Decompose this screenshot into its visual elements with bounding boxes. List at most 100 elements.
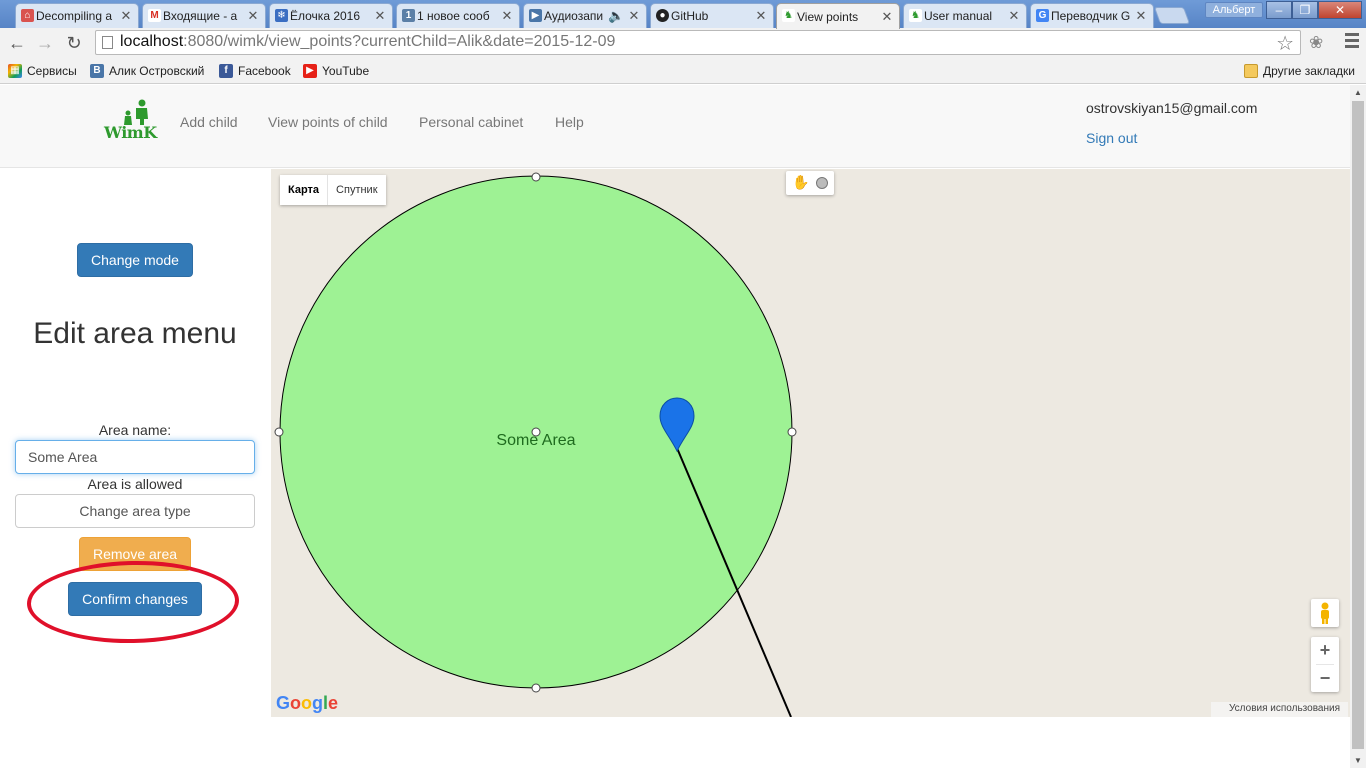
circle-tool-icon[interactable] bbox=[816, 177, 828, 189]
browser-tab[interactable]: M Входящие - a ✕ bbox=[142, 3, 266, 28]
vk-notification-icon: 1 bbox=[402, 9, 415, 22]
vk-icon: B bbox=[90, 64, 104, 78]
zoom-in-button[interactable]: + bbox=[1311, 637, 1339, 664]
scroll-up-arrow-icon[interactable]: ▲ bbox=[1350, 85, 1366, 100]
terms-of-use-link[interactable]: Условия использования bbox=[1211, 702, 1348, 717]
forward-arrow-icon[interactable]: → bbox=[33, 31, 57, 55]
tab-title: Ёлочка 2016 bbox=[290, 9, 361, 23]
zoom-out-button[interactable]: − bbox=[1311, 665, 1339, 692]
zoom-control: + − bbox=[1311, 637, 1339, 692]
extension-paw-icon[interactable]: ❀ bbox=[1309, 33, 1323, 53]
sign-out-link[interactable]: Sign out bbox=[1086, 130, 1137, 146]
edit-area-title: Edit area menu bbox=[33, 317, 237, 350]
bookmark-star-icon[interactable]: ☆ bbox=[1276, 31, 1294, 56]
google-map[interactable]: Some Area Карта Спутник ✋ + − Google Усл… bbox=[271, 169, 1350, 717]
reload-icon[interactable]: ↻ bbox=[62, 31, 86, 55]
browser-tab-strip: ⌂ Decompiling a ✕ M Входящие - a ✕ ❄ Ёло… bbox=[0, 0, 1366, 29]
apps-icon: ▦ bbox=[8, 64, 22, 78]
area-name-label: Area name: bbox=[98, 422, 172, 438]
area-status-text: Area is allowed bbox=[87, 476, 183, 492]
scrollbar-thumb[interactable] bbox=[1352, 101, 1364, 749]
youtube-icon: ▶ bbox=[303, 64, 317, 78]
browser-tab[interactable]: ❄ Ёлочка 2016 ✕ bbox=[269, 3, 393, 28]
audio-play-icon: ▶ bbox=[529, 9, 542, 22]
profile-button[interactable]: Альберт bbox=[1205, 2, 1263, 18]
wimk-logo-figure bbox=[124, 99, 148, 125]
wimk-logo[interactable]: WimK bbox=[104, 99, 162, 142]
close-icon[interactable]: ✕ bbox=[628, 8, 640, 24]
browser-menu-icon[interactable] bbox=[1345, 33, 1359, 51]
close-icon[interactable]: ✕ bbox=[881, 9, 893, 25]
browser-tab[interactable]: ▶ Аудиозапи 🔈 ✕ bbox=[523, 3, 647, 28]
tab-title: View points bbox=[797, 9, 859, 24]
drawing-toolbar: ✋ bbox=[786, 171, 834, 195]
close-icon[interactable]: ✕ bbox=[120, 8, 132, 24]
folder-icon bbox=[1244, 64, 1258, 78]
close-icon[interactable]: ✕ bbox=[247, 8, 259, 24]
resize-handle[interactable] bbox=[274, 427, 284, 437]
hand-icon[interactable]: ✋ bbox=[792, 174, 809, 191]
nav-help[interactable]: Help bbox=[555, 114, 584, 130]
new-tab-button[interactable] bbox=[1153, 7, 1191, 24]
browser-tab[interactable]: ● GitHub ✕ bbox=[650, 3, 774, 28]
bookmark-item[interactable]: f Facebook bbox=[219, 62, 291, 80]
site-navbar: WimK Add child View points of child Pers… bbox=[0, 85, 1350, 168]
tab-title: 1 новое сооб bbox=[417, 9, 490, 23]
red-highlight-annotation bbox=[26, 559, 240, 645]
close-icon[interactable]: ✕ bbox=[501, 8, 513, 24]
tab-title: User manual bbox=[924, 9, 993, 23]
gmail-icon: M bbox=[148, 9, 161, 22]
back-arrow-icon[interactable]: ← bbox=[5, 31, 29, 55]
tab-title: Входящие - a bbox=[163, 9, 238, 23]
tab-title: Аудиозапи bbox=[544, 9, 604, 23]
bookmark-item[interactable]: B Алик Островский bbox=[90, 62, 204, 80]
translate-icon: G bbox=[1036, 9, 1049, 22]
nav-personal-cabinet[interactable]: Personal cabinet bbox=[419, 114, 523, 130]
google-logo: Google bbox=[276, 693, 339, 713]
browser-tab[interactable]: G Переводчик G ✕ bbox=[1030, 3, 1154, 28]
nav-view-points[interactable]: View points of child bbox=[268, 114, 388, 130]
window-close-button[interactable]: ✕ bbox=[1318, 1, 1362, 19]
bookmark-label: Сервисы bbox=[27, 64, 77, 78]
address-bar[interactable]: localhost:8080/wimk/view_points?currentC… bbox=[95, 30, 1301, 55]
page-icon bbox=[102, 36, 113, 49]
page-scrollbar[interactable]: ▲ ▼ bbox=[1350, 85, 1366, 768]
decompile-icon: ⌂ bbox=[21, 9, 34, 22]
bookmark-label: Алик Островский bbox=[109, 64, 205, 78]
browser-tab[interactable]: ⌂ Decompiling a ✕ bbox=[15, 3, 139, 28]
browser-tab[interactable]: 1 1 новое сооб ✕ bbox=[396, 3, 520, 28]
github-icon: ● bbox=[656, 9, 669, 22]
url-path: :8080/wimk/view_points?currentChild=Alik… bbox=[183, 33, 616, 50]
bookmark-label: Другие закладки bbox=[1263, 64, 1355, 78]
bookmark-label: Facebook bbox=[238, 64, 291, 78]
minimize-button[interactable]: – bbox=[1266, 1, 1292, 19]
facebook-icon: f bbox=[219, 64, 233, 78]
wimk-favicon: ♞ bbox=[909, 9, 922, 22]
maximize-button[interactable]: ❐ bbox=[1292, 1, 1318, 19]
map-type-satellite[interactable]: Спутник bbox=[328, 175, 385, 205]
map-type-control: Карта Спутник bbox=[280, 175, 386, 205]
bookmark-item[interactable]: ▦ Сервисы bbox=[8, 62, 77, 80]
close-icon[interactable]: ✕ bbox=[755, 8, 767, 24]
nav-add-child[interactable]: Add child bbox=[180, 114, 238, 130]
browser-tab-active[interactable]: ♞ View points ✕ bbox=[776, 3, 900, 29]
pegman-icon[interactable] bbox=[1311, 599, 1339, 627]
wimk-favicon: ♞ bbox=[782, 9, 795, 22]
resize-handle[interactable] bbox=[531, 172, 541, 182]
resize-handle[interactable] bbox=[531, 683, 541, 693]
other-bookmarks[interactable]: Другие закладки bbox=[1244, 62, 1355, 80]
close-icon[interactable]: ✕ bbox=[1135, 8, 1147, 24]
resize-handle[interactable] bbox=[787, 427, 797, 437]
bookmark-item[interactable]: ▶ YouTube bbox=[303, 62, 369, 80]
change-mode-button[interactable]: Change mode bbox=[77, 243, 193, 277]
change-area-type-button[interactable]: Change area type bbox=[15, 494, 255, 528]
browser-tab[interactable]: ♞ User manual ✕ bbox=[903, 3, 1027, 28]
map-type-map[interactable]: Карта bbox=[280, 175, 329, 205]
close-icon[interactable]: ✕ bbox=[374, 8, 386, 24]
map-overlay: Some Area bbox=[274, 172, 797, 717]
close-icon[interactable]: ✕ bbox=[1008, 8, 1020, 24]
bookmark-label: YouTube bbox=[322, 64, 370, 78]
scroll-down-arrow-icon[interactable]: ▼ bbox=[1350, 753, 1366, 768]
area-name-input[interactable] bbox=[15, 440, 255, 474]
area-label: Some Area bbox=[496, 432, 575, 449]
